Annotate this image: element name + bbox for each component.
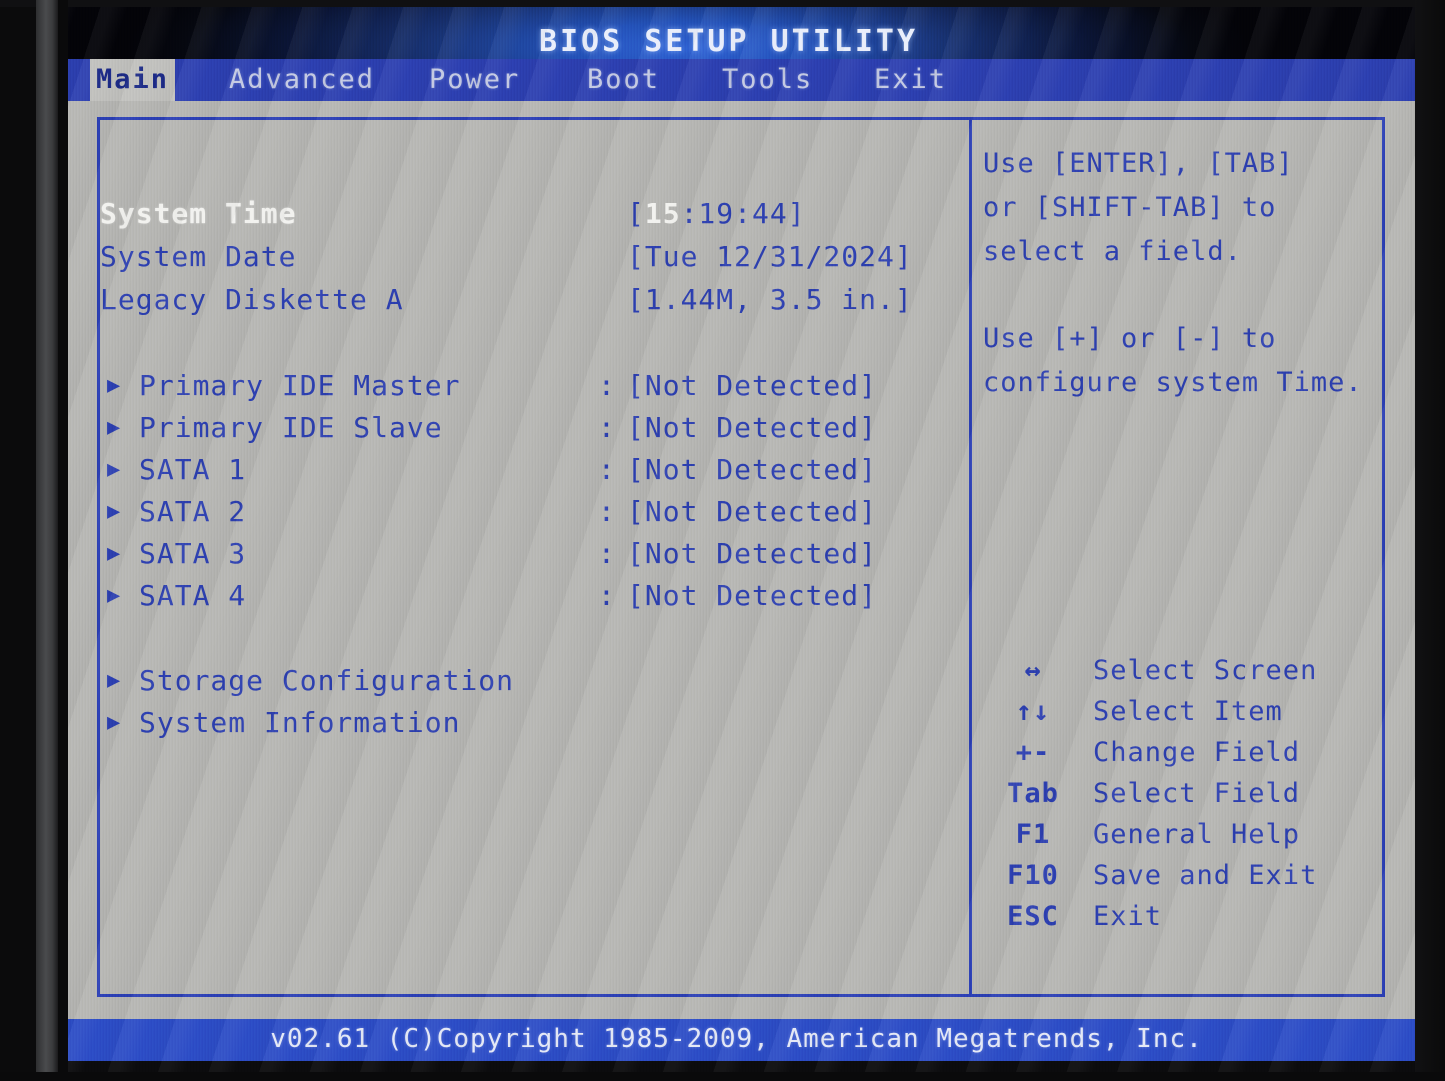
menu-bar[interactable]: Main Advanced Power Boot Tools Exit: [68, 59, 1415, 101]
help-line-2: or [SHIFT-TAB] to: [983, 192, 1277, 223]
tab-advanced[interactable]: Advanced: [223, 59, 381, 101]
legend-key-esc: ESC: [1007, 901, 1059, 932]
colon-separator: :: [598, 453, 616, 486]
tab-main[interactable]: Main: [90, 59, 176, 101]
legend-desc-exit: Exit: [1093, 901, 1163, 932]
value-sata-2: [Not Detected]: [627, 495, 878, 528]
monitor-bezel: BIOS SETUP UTILITY Main Advanced Power B…: [0, 0, 1445, 1081]
help-line-5: configure system Time.: [983, 367, 1363, 398]
label-primary-ide-slave: Primary IDE Slave: [139, 411, 443, 444]
value-sata-3: [Not Detected]: [627, 537, 878, 570]
triangle-right-icon: ▶: [107, 668, 122, 693]
footer-bar: v02.61 (C)Copyright 1985-2009, American …: [68, 1019, 1415, 1061]
label-system-information: System Information: [139, 706, 461, 739]
tab-exit[interactable]: Exit: [868, 59, 953, 101]
label-sata-3: SATA 3: [139, 537, 247, 570]
value-primary-ide-slave: [Not Detected]: [627, 411, 878, 444]
legend-key-f10: F10: [1007, 860, 1059, 891]
title-bar: BIOS SETUP UTILITY: [68, 7, 1415, 59]
help-line-3: select a field.: [983, 236, 1242, 267]
triangle-right-icon: ▶: [107, 457, 122, 482]
legend-desc-general-help: General Help: [1093, 819, 1301, 850]
legend-key-tab: Tab: [1007, 778, 1059, 809]
value-system-time-bracket: [: [627, 197, 645, 230]
legend-desc-select-screen: Select Screen: [1093, 655, 1318, 686]
legend-desc-select-field: Select Field: [1093, 778, 1301, 809]
bezel-top-edge: [0, 0, 1445, 7]
tab-boot[interactable]: Boot: [581, 59, 666, 101]
label-legacy-diskette-a: Legacy Diskette A: [100, 283, 404, 316]
colon-separator: :: [598, 495, 616, 528]
legend-desc-save-and-exit: Save and Exit: [1093, 860, 1318, 891]
help-line-1: Use [ENTER], [TAB]: [983, 148, 1294, 179]
value-system-time-rest: :19:44]: [680, 197, 806, 230]
triangle-right-icon: ▶: [107, 499, 122, 524]
legend-key-arrows-vertical-icon: ↑↓: [1015, 696, 1051, 727]
label-sata-2: SATA 2: [139, 495, 247, 528]
page-title: BIOS SETUP UTILITY: [538, 24, 919, 59]
triangle-right-icon: ▶: [107, 541, 122, 566]
label-system-date: System Date: [100, 240, 297, 273]
legend-key-plus-minus-icon: +-: [1015, 737, 1051, 768]
bezel-left-inner: [58, 0, 68, 1081]
triangle-right-icon: ▶: [107, 583, 122, 608]
bezel-left-strip: [36, 0, 58, 1081]
value-sata-1: [Not Detected]: [627, 453, 878, 486]
triangle-right-icon: ▶: [107, 710, 122, 735]
panel-vertical-divider: [969, 117, 972, 997]
colon-separator: :: [598, 579, 616, 612]
bezel-bottom-edge: [0, 1072, 1445, 1081]
footer-underline: [68, 1061, 1415, 1072]
legend-desc-select-item: Select Item: [1093, 696, 1283, 727]
triangle-right-icon: ▶: [107, 415, 122, 440]
tab-power[interactable]: Power: [423, 59, 526, 101]
tab-tools[interactable]: Tools: [716, 59, 819, 101]
value-system-time[interactable]: [15:19:44]: [627, 193, 806, 235]
colon-separator: :: [598, 411, 616, 444]
label-storage-configuration: Storage Configuration: [139, 664, 515, 697]
bezel-right-edge: [1415, 0, 1445, 1081]
help-line-4: Use [+] or [-] to: [983, 323, 1277, 354]
help-pane: Use [ENTER], [TAB] or [SHIFT-TAB] to sel…: [983, 120, 1383, 994]
colon-separator: :: [598, 369, 616, 402]
value-legacy-diskette-a[interactable]: [1.44M, 3.5 in.]: [627, 279, 913, 321]
label-sata-4: SATA 4: [139, 579, 247, 612]
copyright-text: v02.61 (C)Copyright 1985-2009, American …: [270, 1024, 1203, 1054]
legend-key-f1: F1: [1015, 819, 1051, 850]
label-system-time: System Time: [100, 197, 297, 230]
label-sata-1: SATA 1: [139, 453, 247, 486]
legend-key-arrows-horizontal-icon: ↔: [1024, 655, 1042, 686]
settings-pane: System Time [15:19:44] System Date [Tue …: [100, 120, 968, 994]
value-sata-4: [Not Detected]: [627, 579, 878, 612]
value-system-date[interactable]: [Tue 12/31/2024]: [627, 236, 913, 278]
content-area: System Time [15:19:44] System Date [Tue …: [68, 101, 1415, 1019]
triangle-right-icon: ▶: [107, 373, 122, 398]
value-system-time-hour[interactable]: 15: [645, 197, 681, 230]
legend-desc-change-field: Change Field: [1093, 737, 1301, 768]
value-primary-ide-master: [Not Detected]: [627, 369, 878, 402]
colon-separator: :: [598, 537, 616, 570]
bios-screen: BIOS SETUP UTILITY Main Advanced Power B…: [68, 7, 1415, 1072]
label-primary-ide-master: Primary IDE Master: [139, 369, 461, 402]
